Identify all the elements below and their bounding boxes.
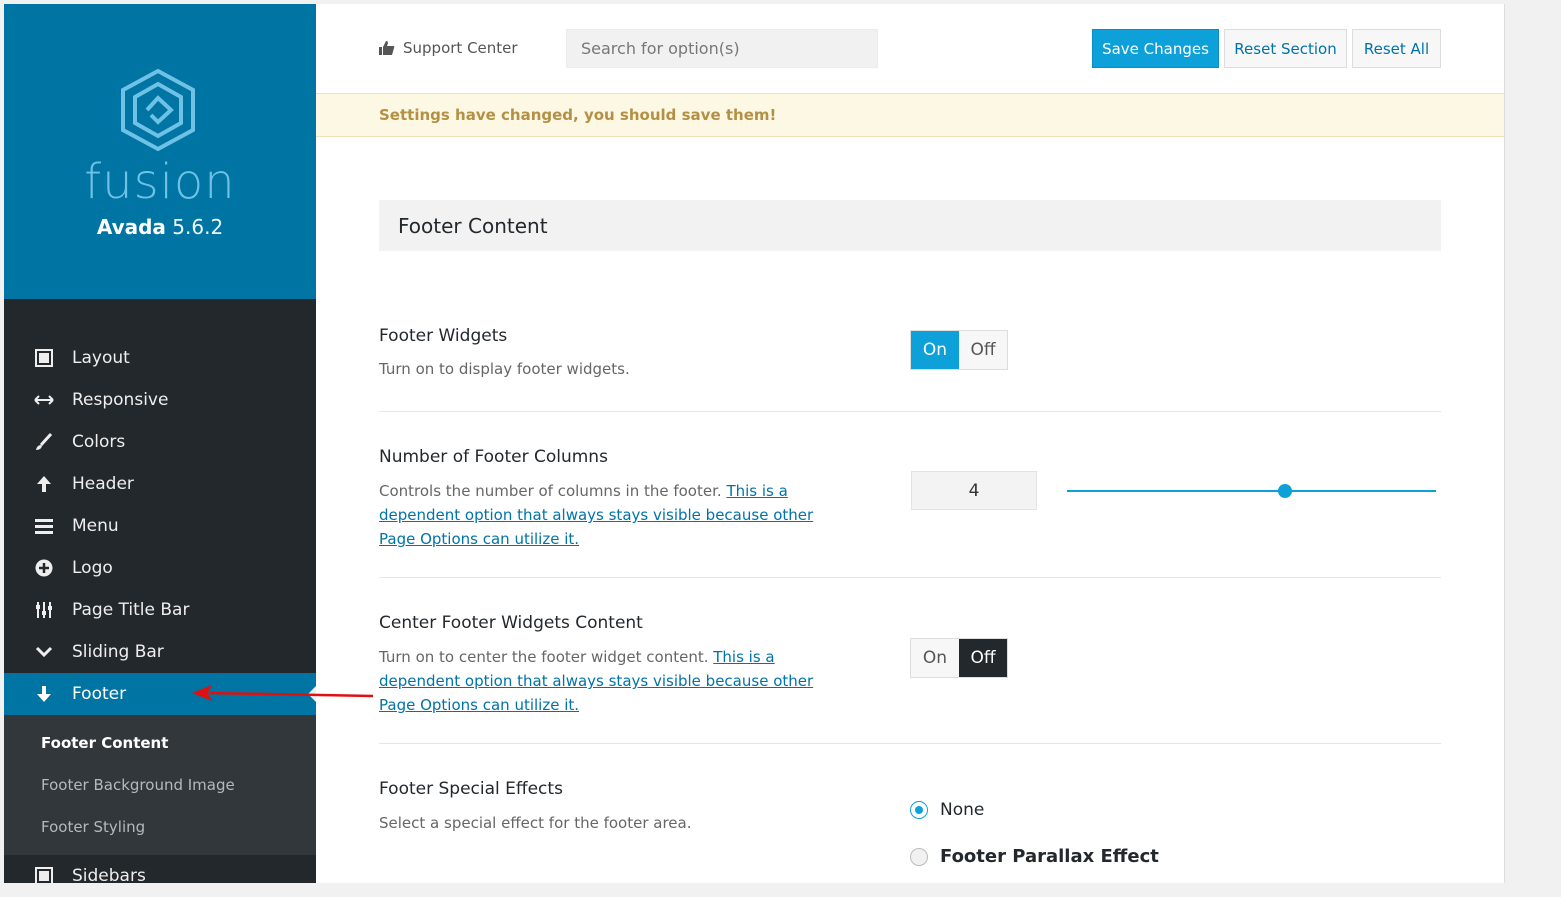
subitem-footer-styling[interactable]: Footer Styling <box>4 806 316 848</box>
chevron-down-icon <box>34 642 54 662</box>
sidebar-item-page-title-bar[interactable]: Page Title Bar <box>4 589 316 631</box>
option-footer-widgets: Footer Widgets Turn on to display footer… <box>379 300 1441 412</box>
option-title: Footer Special Effects <box>379 779 563 799</box>
sidebar-item-label: Sliding Bar <box>72 642 164 662</box>
option-title: Number of Footer Columns <box>379 447 608 467</box>
sidebar-item-sliding-bar[interactable]: Sliding Bar <box>4 631 316 673</box>
sidebar-item-label: Page Title Bar <box>72 600 190 620</box>
radio-label: Footer Parallax Effect <box>940 846 1159 867</box>
sidebar-item-header[interactable]: Header <box>4 463 316 505</box>
sidebar-item-label: Layout <box>72 348 130 368</box>
fusion-wordmark: fusion <box>84 154 236 210</box>
toggle-on[interactable]: On <box>911 331 959 369</box>
option-footer-columns: Number of Footer Columns Controls the nu… <box>379 411 1441 578</box>
sidebar-item-label: Colors <box>72 432 126 452</box>
thumbs-up-icon <box>379 41 395 55</box>
search-input[interactable] <box>566 29 878 68</box>
sidebar-item-label: Responsive <box>72 390 169 410</box>
radio-circle[interactable] <box>910 847 928 866</box>
option-description: Controls the number of columns in the fo… <box>379 479 834 551</box>
sidebar-layout-icon <box>34 866 54 886</box>
sidebar-item-colors[interactable]: Colors <box>4 421 316 463</box>
subitem-footer-background-image[interactable]: Footer Background Image <box>4 764 316 806</box>
sidebar-item-responsive[interactable]: Responsive <box>4 379 316 421</box>
center-widgets-toggle[interactable]: On Off <box>910 638 1008 678</box>
annotation-arrow-icon <box>192 685 374 701</box>
option-center-widgets: Center Footer Widgets Content Turn on to… <box>379 577 1441 744</box>
save-changes-button[interactable]: Save Changes <box>1092 29 1219 68</box>
footer-columns-value[interactable]: 4 <box>911 471 1037 510</box>
sidebar-item-sidebars[interactable]: Sidebars <box>4 855 316 897</box>
sidebar-item-label: Sidebars <box>72 866 146 886</box>
sidebar-menu: Layout Responsive Colors Header Menu Log… <box>4 337 316 897</box>
radio-footer-parallax[interactable]: Footer Parallax Effect <box>910 846 1159 867</box>
support-center-link[interactable]: Support Center <box>379 39 518 57</box>
option-description: Turn on to display footer widgets. <box>379 360 630 378</box>
footer-columns-slider-track[interactable] <box>1067 490 1436 492</box>
radio-label: None <box>940 800 985 820</box>
fusion-logo-icon <box>121 68 195 152</box>
sidebar-item-layout[interactable]: Layout <box>4 337 316 379</box>
sidebar-item-label: Footer <box>72 684 127 704</box>
sidebar-item-label: Logo <box>72 558 113 578</box>
option-description: Select a special effect for the footer a… <box>379 814 692 832</box>
arrow-down-icon <box>34 684 54 704</box>
footer-columns-slider-thumb[interactable] <box>1277 484 1292 498</box>
version-number: 5.6.2 <box>172 215 224 239</box>
support-center-label: Support Center <box>403 39 518 57</box>
radio-circle[interactable] <box>910 801 928 819</box>
layout-icon <box>34 348 54 368</box>
reset-all-button[interactable]: Reset All <box>1352 29 1441 68</box>
plus-circle-icon <box>34 558 54 578</box>
arrows-horizontal-icon <box>34 390 54 410</box>
sidebar-item-logo[interactable]: Logo <box>4 547 316 589</box>
option-special-effects: Footer Special Effects Select a special … <box>379 743 1441 883</box>
footer-widgets-toggle[interactable]: On Off <box>910 330 1008 370</box>
toggle-off[interactable]: Off <box>959 639 1007 677</box>
option-description: Turn on to center the footer widget cont… <box>379 645 834 717</box>
section-title: Footer Content <box>379 200 1441 251</box>
unsaved-notice: Settings have changed, you should save t… <box>316 93 1504 137</box>
main-panel: Support Center Save Changes Reset Sectio… <box>316 4 1505 883</box>
option-desc-text: Turn on to center the footer widget cont… <box>379 648 714 666</box>
brand-panel: fusion Avada 5.6.2 <box>4 4 316 299</box>
reset-section-button[interactable]: Reset Section <box>1224 29 1347 68</box>
toggle-on[interactable]: On <box>911 639 959 677</box>
product-version: Avada 5.6.2 <box>4 215 316 239</box>
toggle-off[interactable]: Off <box>959 331 1007 369</box>
sliders-icon <box>34 600 54 620</box>
hamburger-icon <box>34 516 54 536</box>
arrow-up-icon <box>34 474 54 494</box>
footer-submenu: Footer Content Footer Background Image F… <box>4 715 316 855</box>
option-desc-text: Controls the number of columns in the fo… <box>379 482 727 500</box>
top-bar: Support Center Save Changes Reset Sectio… <box>316 4 1504 93</box>
radio-none[interactable]: None <box>910 800 984 820</box>
subitem-footer-content[interactable]: Footer Content <box>4 722 316 764</box>
sidebar-item-label: Header <box>72 474 134 494</box>
product-name: Avada <box>96 215 166 239</box>
option-title: Footer Widgets <box>379 326 508 346</box>
brush-icon <box>34 432 54 452</box>
sidebar: fusion Avada 5.6.2 Layout Responsive Col… <box>4 4 316 886</box>
option-title: Center Footer Widgets Content <box>379 613 643 633</box>
sidebar-item-label: Menu <box>72 516 119 536</box>
sidebar-item-menu[interactable]: Menu <box>4 505 316 547</box>
